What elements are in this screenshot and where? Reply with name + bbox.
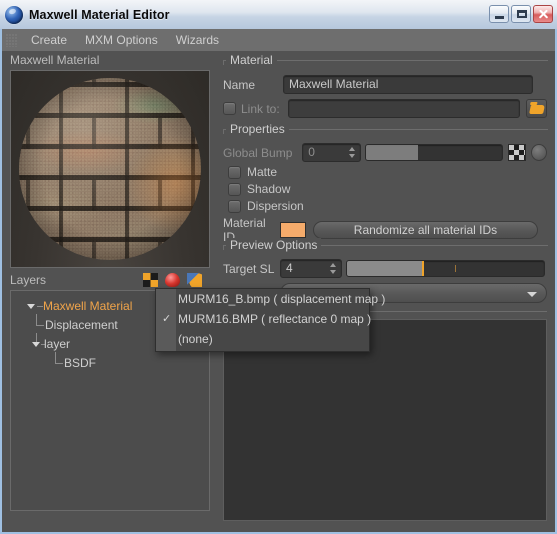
dropdown-item-none[interactable]: ✓ (none) — [156, 329, 369, 349]
tree-row[interactable]: BSDF — [11, 352, 209, 373]
target-sl-label: Target SL — [223, 261, 275, 276]
add-bsdf-icon[interactable] — [165, 273, 180, 287]
drag-grip-icon[interactable] — [6, 33, 17, 47]
dropdown-item-label: (none) — [178, 332, 213, 346]
material-preview[interactable] — [10, 70, 210, 268]
tree-item-label: Displacement — [45, 318, 118, 332]
checker-swatch[interactable] — [508, 144, 526, 161]
tree-item-label: BSDF — [64, 356, 97, 370]
material-group-title: Material — [226, 53, 277, 67]
minimize-button[interactable] — [489, 5, 509, 23]
dropdown-item-label: MURM16.BMP ( reflectance 0 map ) — [178, 312, 372, 326]
check-icon: ✓ — [162, 313, 172, 325]
menu-mxm-options[interactable]: MXM Options — [76, 32, 167, 48]
dispersion-checkbox[interactable] — [228, 199, 241, 213]
layers-label: Layers — [10, 273, 47, 287]
color-circle-button[interactable] — [531, 144, 547, 161]
target-sl-input[interactable]: 4 — [280, 259, 342, 278]
global-bump-slider[interactable] — [364, 144, 504, 161]
preview-background — [11, 71, 209, 267]
dispersion-label: Dispersion — [247, 199, 304, 213]
dropdown-item-label: MURM16_B.bmp ( displacement map ) — [178, 292, 386, 306]
material-id-swatch[interactable] — [280, 222, 306, 238]
material-name-input[interactable]: Maxwell Material — [283, 75, 533, 94]
target-sl-value: 4 — [286, 261, 293, 275]
add-coating-icon[interactable] — [187, 273, 202, 287]
menu-wizards[interactable]: Wizards — [167, 32, 228, 48]
link-to-checkbox[interactable] — [223, 102, 236, 115]
texture-dropdown-menu[interactable]: ✓ MURM16_B.bmp ( displacement map ) ✓ MU… — [155, 288, 385, 352]
title-bar: Maxwell Material Editor — [0, 0, 557, 29]
preview-label: Maxwell Material — [10, 53, 100, 67]
preview-options-group-title: Preview Options — [226, 238, 322, 252]
preview-sphere — [19, 78, 201, 260]
link-to-label: Link to: — [241, 101, 280, 116]
global-bump-label: Global Bump — [223, 145, 293, 160]
sphere-rim-light — [19, 78, 201, 260]
dropdown-item-reflectance-map[interactable]: ✓ MURM16.BMP ( reflectance 0 map ) — [156, 309, 372, 329]
global-bump-value: 0 — [308, 145, 315, 159]
menu-create[interactable]: Create — [22, 32, 76, 48]
matte-row[interactable]: Matte — [228, 165, 277, 179]
shadow-checkbox[interactable] — [228, 182, 241, 196]
folder-open-icon[interactable] — [526, 99, 547, 118]
application-window: Maxwell Material Editor Create MXM Optio… — [0, 0, 557, 534]
add-layer-icon[interactable] — [143, 273, 158, 287]
randomize-material-ids-button[interactable]: Randomize all material IDs — [313, 221, 538, 239]
maximize-button[interactable] — [511, 5, 531, 23]
target-sl-row: Target SL 4 — [223, 259, 547, 278]
layers-toolbar — [143, 273, 202, 287]
name-row: Name Maxwell Material — [223, 75, 547, 94]
layers-header: Layers — [10, 273, 210, 289]
matte-label: Matte — [247, 165, 278, 179]
dispersion-row[interactable]: Dispersion — [228, 199, 304, 213]
chevron-down-icon — [527, 292, 537, 297]
shadow-row[interactable]: Shadow — [228, 182, 290, 196]
close-button[interactable] — [533, 5, 553, 23]
tree-item-label: layer — [44, 337, 71, 351]
shadow-label: Shadow — [247, 182, 291, 196]
tree-item-label: Maxwell Material — [43, 299, 133, 313]
window-title: Maxwell Material Editor — [29, 7, 170, 22]
dropdown-item-displacement-map[interactable]: ✓ MURM16_B.bmp ( displacement map ) — [156, 289, 385, 309]
target-sl-slider[interactable] — [346, 260, 545, 277]
link-to-row: Link to: — [223, 99, 547, 118]
window-controls — [489, 5, 553, 23]
name-label: Name — [223, 77, 256, 92]
global-bump-input[interactable]: 0 — [302, 143, 361, 162]
matte-checkbox[interactable] — [228, 165, 241, 179]
properties-group-title: Properties — [226, 122, 289, 136]
maxwell-sphere-icon — [5, 5, 23, 24]
global-bump-row: Global Bump 0 — [223, 143, 547, 162]
link-to-input[interactable] — [288, 99, 520, 118]
menu-bar: Create MXM Options Wizards — [2, 29, 555, 52]
